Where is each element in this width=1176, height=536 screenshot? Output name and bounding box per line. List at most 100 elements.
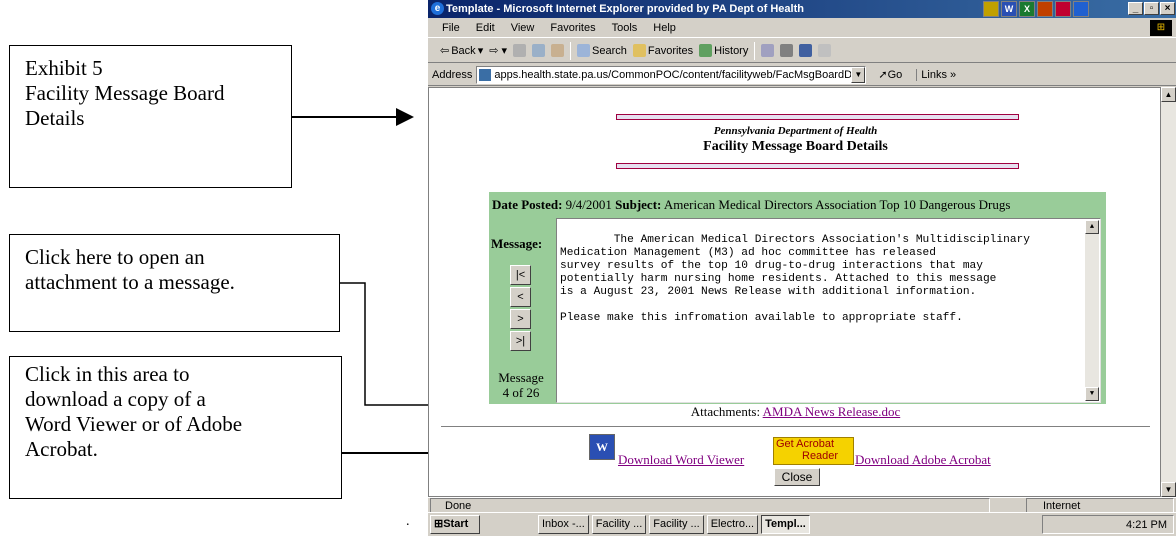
ie-icon: e <box>431 2 444 15</box>
acrobat-reader-icon[interactable]: Get Acrobat Reader <box>773 437 854 465</box>
back-button[interactable]: ⇦ Back ▾ <box>440 44 483 58</box>
last-message-button[interactable]: >| <box>510 331 531 351</box>
attachment-link[interactable]: AMDA News Release.doc <box>763 404 901 419</box>
callout-line: Details <box>25 106 85 130</box>
arrow-head <box>396 108 414 126</box>
address-bar: Address apps.health.state.pa.us/CommonPO… <box>428 64 1176 86</box>
status-done-label: Done <box>445 500 472 512</box>
favorites-icon <box>632 44 646 57</box>
back-label: Back <box>451 44 476 57</box>
word-app-icon[interactable]: W <box>1001 1 1017 17</box>
menu-edit[interactable]: Edit <box>476 22 495 34</box>
previous-message-button[interactable]: < <box>510 287 531 307</box>
menu-favorites[interactable]: Favorites <box>550 22 595 34</box>
system-tray: 4:21 PM <box>1042 515 1174 534</box>
stray-mark: . <box>406 514 410 529</box>
excel-app-icon[interactable]: X <box>1019 1 1035 17</box>
start-button[interactable]: ⊞Start <box>430 515 480 534</box>
attachments-label: Attachments: <box>690 404 761 419</box>
callout-line: Click here to open an <box>25 245 205 269</box>
callout-line: attachment to a message. <box>25 270 235 294</box>
window-title: Template - Microsoft Internet Explorer p… <box>446 3 804 15</box>
favorites-button[interactable]: Favorites <box>632 44 694 57</box>
taskbar-item[interactable]: Electro... <box>706 515 759 534</box>
search-button[interactable]: Search <box>577 44 627 57</box>
message-panel: Date Posted: 9/4/2001 Subject: American … <box>489 192 1106 404</box>
toolbar: ⇦ Back ▾ ⇨ ▾ Search Favorites History <box>428 39 1176 63</box>
address-label: Address <box>432 68 473 81</box>
title-bar: e Template - Microsoft Internet Explorer… <box>428 0 1176 18</box>
message-textarea[interactable]: The American Medical Directors Associati… <box>556 218 1101 403</box>
favorites-label: Favorites <box>647 44 694 57</box>
callout-line: download a copy of a <box>25 387 206 411</box>
home-icon[interactable] <box>551 44 565 57</box>
history-label: History <box>714 44 749 57</box>
menu-tools[interactable]: Tools <box>612 22 638 34</box>
discuss-icon[interactable] <box>818 44 832 57</box>
clock: 4:21 PM <box>1126 518 1167 531</box>
counter-value: 4 of 26 <box>502 385 540 400</box>
callout-line: Facility Message Board <box>25 81 225 105</box>
close-button[interactable]: Close <box>774 468 820 486</box>
download-word-viewer-link[interactable]: Download Word Viewer <box>618 452 744 468</box>
minimize-icon[interactable]: _ <box>1128 2 1143 15</box>
subject-label: Subject: <box>615 197 662 212</box>
menu-view[interactable]: View <box>511 22 535 34</box>
edit-icon[interactable] <box>799 44 813 57</box>
scroll-up-icon[interactable]: ▲ <box>1085 220 1099 234</box>
date-label: Date Posted: <box>492 197 563 212</box>
chevron-down-icon[interactable]: ▼ <box>851 66 866 83</box>
stop-icon[interactable] <box>513 44 527 57</box>
acrobat-badge-bottom: Reader <box>802 450 839 462</box>
page-title: Facility Message Board Details <box>703 139 888 154</box>
date-value: 9/4/2001 <box>565 197 612 212</box>
history-button[interactable]: History <box>699 44 748 57</box>
attachments-row: Attachments: AMDA News Release.doc <box>429 404 1162 420</box>
search-icon <box>577 44 591 57</box>
page-scrollbar[interactable]: ▲ ▼ <box>1161 87 1176 497</box>
menu-help[interactable]: Help <box>653 22 676 34</box>
zone-label: Internet <box>1043 500 1081 512</box>
app-icon[interactable] <box>983 1 999 17</box>
message-header: Date Posted: 9/4/2001 Subject: American … <box>492 197 1010 213</box>
counter-label: Message <box>498 370 544 385</box>
download-adobe-acrobat-link[interactable]: Download Adobe Acrobat <box>855 452 991 468</box>
message-scrollbar[interactable]: ▲ ▼ <box>1085 220 1099 401</box>
go-button[interactable]: ➚Go <box>878 68 902 81</box>
menu-file[interactable]: File <box>442 22 460 34</box>
address-url: apps.health.state.pa.us/CommonPOC/conten… <box>494 68 867 81</box>
taskbar-item[interactable]: Inbox -... <box>538 515 589 534</box>
address-input[interactable]: apps.health.state.pa.us/CommonPOC/conten… <box>476 65 867 84</box>
callout-line: Acrobat. <box>25 437 98 461</box>
refresh-icon[interactable] <box>532 44 546 57</box>
first-message-button[interactable]: |< <box>510 265 531 285</box>
taskbar-item[interactable]: Facility ... <box>591 515 647 534</box>
window-controls: _ ▫ × <box>1128 2 1175 15</box>
titlebar-app-icons: W X <box>983 1 1089 17</box>
header-rule <box>616 114 1019 120</box>
page-icon <box>479 68 492 81</box>
close-icon[interactable]: × <box>1160 2 1175 15</box>
outlook-app-icon[interactable] <box>1073 1 1089 17</box>
forward-button[interactable]: ⇨ ▾ <box>489 44 507 57</box>
scroll-down-icon[interactable]: ▼ <box>1161 482 1176 497</box>
restore-icon[interactable]: ▫ <box>1144 2 1159 15</box>
taskbar-item-active[interactable]: Templ... <box>761 515 810 534</box>
status-text: Done <box>430 498 990 513</box>
acrobat-badge-top: Get Acrobat <box>776 438 835 450</box>
powerpoint-app-icon[interactable] <box>1037 1 1053 17</box>
callout-line: Word Viewer or of Adobe <box>25 412 243 436</box>
access-app-icon[interactable] <box>1055 1 1071 17</box>
links-button[interactable]: Links » <box>916 68 956 81</box>
history-icon <box>699 44 713 57</box>
word-viewer-icon[interactable]: W <box>589 434 615 460</box>
print-icon[interactable] <box>780 44 794 57</box>
scroll-up-icon[interactable]: ▲ <box>1161 87 1176 102</box>
start-label: Start <box>443 518 469 530</box>
next-message-button[interactable]: > <box>510 309 531 329</box>
taskbar-item[interactable]: Facility ... <box>649 515 704 534</box>
header-rule <box>616 163 1019 169</box>
windows-logo-icon: ⊞ <box>1150 20 1172 36</box>
mail-icon[interactable] <box>761 44 775 57</box>
scroll-down-icon[interactable]: ▼ <box>1085 387 1099 401</box>
